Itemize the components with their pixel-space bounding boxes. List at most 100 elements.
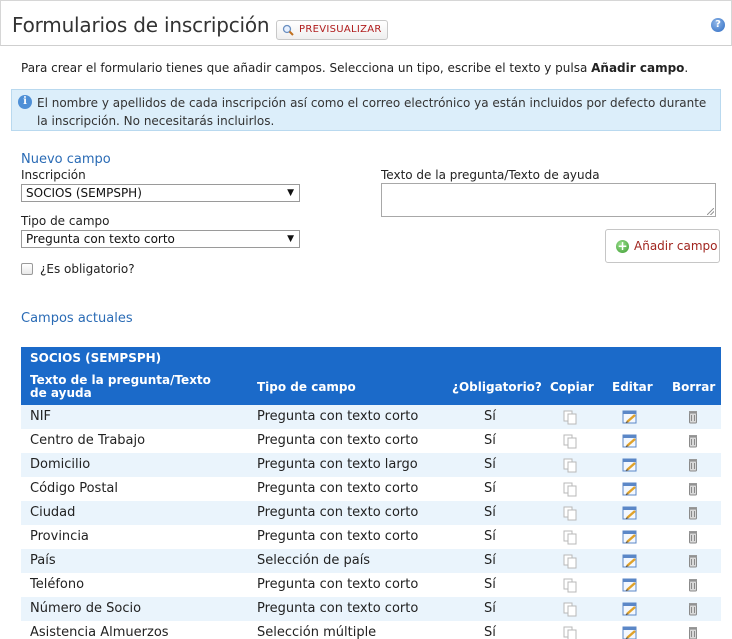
trash-icon[interactable] xyxy=(685,481,701,497)
field-type-select-value: Pregunta con texto corto xyxy=(26,232,175,246)
col-copy: Copiar xyxy=(550,380,594,394)
row-type: Pregunta con texto corto xyxy=(257,505,419,520)
row-type: Pregunta con texto largo xyxy=(257,457,418,472)
trash-icon[interactable] xyxy=(685,553,701,569)
edit-icon[interactable] xyxy=(622,529,638,545)
copy-icon[interactable] xyxy=(562,505,578,521)
edit-icon[interactable] xyxy=(622,577,638,593)
table-row: Número de Socio Pregunta con texto corto… xyxy=(21,597,721,621)
col-required: ¿Obligatorio? xyxy=(452,380,542,394)
row-required: Sí xyxy=(484,505,496,520)
edit-icon[interactable] xyxy=(622,481,638,497)
trash-icon[interactable] xyxy=(685,433,701,449)
plus-icon: + xyxy=(616,239,629,253)
row-question: Número de Socio xyxy=(30,601,142,616)
col-type: Tipo de campo xyxy=(257,380,356,394)
inscription-select-value: SOCIOS (SEMPSPH) xyxy=(26,186,142,200)
table-row: NIF Pregunta con texto corto Sí xyxy=(21,405,721,429)
dropdown-arrow-icon: ▼ xyxy=(287,234,294,244)
add-field-button[interactable]: + Añadir campo xyxy=(605,229,720,263)
help-icon[interactable]: ? xyxy=(711,18,725,32)
inscription-select[interactable]: SOCIOS (SEMPSPH) ▼ xyxy=(21,184,300,202)
copy-icon[interactable] xyxy=(562,625,578,639)
field-type-label: Tipo de campo xyxy=(21,214,110,228)
row-question: Centro de Trabajo xyxy=(30,433,146,448)
table-row: Centro de Trabajo Pregunta con texto cor… xyxy=(21,429,721,453)
current-fields-title: Campos actuales xyxy=(21,311,133,326)
row-type: Pregunta con texto corto xyxy=(257,529,419,544)
row-question: Ciudad xyxy=(30,505,76,520)
preview-button-label: PREVISUALIZAR xyxy=(299,24,382,35)
edit-icon[interactable] xyxy=(622,409,638,425)
intro-text-main: Para crear el formulario tienes que añad… xyxy=(21,61,592,75)
intro-text-end: . xyxy=(684,61,689,75)
table-row: Domicilio Pregunta con texto largo Sí xyxy=(21,453,721,477)
trash-icon[interactable] xyxy=(685,625,701,639)
row-required: Sí xyxy=(484,625,496,639)
required-checkbox[interactable] xyxy=(21,263,33,275)
question-label: Texto de la pregunta/Texto de ayuda xyxy=(381,168,600,182)
info-text: El nombre y apellidos de cada inscripció… xyxy=(37,96,707,128)
row-question: Provincia xyxy=(30,529,89,544)
trash-icon[interactable] xyxy=(685,601,701,617)
trash-icon[interactable] xyxy=(685,505,701,521)
table-row: Teléfono Pregunta con texto corto Sí xyxy=(21,573,721,597)
edit-icon[interactable] xyxy=(622,505,638,521)
row-type: Pregunta con texto corto xyxy=(257,577,419,592)
edit-icon[interactable] xyxy=(622,553,638,569)
intro-text: Para crear el formulario tienes que añad… xyxy=(21,61,688,75)
row-type: Pregunta con texto corto xyxy=(257,433,419,448)
row-required: Sí xyxy=(484,529,496,544)
magnifier-icon xyxy=(282,24,294,36)
page-title: Formularios de inscripción xyxy=(12,13,270,37)
trash-icon[interactable] xyxy=(685,457,701,473)
dropdown-arrow-icon: ▼ xyxy=(287,188,294,198)
copy-icon[interactable] xyxy=(562,481,578,497)
row-question: NIF xyxy=(30,409,52,424)
fields-table: SOCIOS (SEMPSPH) Texto de la pregunta/Te… xyxy=(21,347,721,639)
trash-icon[interactable] xyxy=(685,409,701,425)
required-label: ¿Es obligatorio? xyxy=(40,262,135,276)
field-type-select[interactable]: Pregunta con texto corto ▼ xyxy=(21,230,300,248)
new-field-title: Nuevo campo xyxy=(21,152,111,167)
row-question: Teléfono xyxy=(30,577,85,592)
preview-button[interactable]: PREVISUALIZAR xyxy=(276,20,388,40)
copy-icon[interactable] xyxy=(562,409,578,425)
page-header: Formularios de inscripción PREVISUALIZAR… xyxy=(0,0,732,46)
copy-icon[interactable] xyxy=(562,577,578,593)
edit-icon[interactable] xyxy=(622,625,638,639)
row-required: Sí xyxy=(484,601,496,616)
edit-icon[interactable] xyxy=(622,601,638,617)
trash-icon[interactable] xyxy=(685,577,701,593)
info-box: i El nombre y apellidos de cada inscripc… xyxy=(11,89,721,131)
edit-icon[interactable] xyxy=(622,433,638,449)
copy-icon[interactable] xyxy=(562,433,578,449)
copy-icon[interactable] xyxy=(562,529,578,545)
trash-icon[interactable] xyxy=(685,529,701,545)
row-required: Sí xyxy=(484,433,496,448)
copy-icon[interactable] xyxy=(562,457,578,473)
row-question: Domicilio xyxy=(30,457,91,472)
row-required: Sí xyxy=(484,553,496,568)
row-required: Sí xyxy=(484,409,496,424)
copy-icon[interactable] xyxy=(562,553,578,569)
table-row: Código Postal Pregunta con texto corto S… xyxy=(21,477,721,501)
info-icon: i xyxy=(18,95,32,109)
row-required: Sí xyxy=(484,577,496,592)
row-type: Pregunta con texto corto xyxy=(257,409,419,424)
resize-grip-icon[interactable] xyxy=(707,208,714,215)
copy-icon[interactable] xyxy=(562,601,578,617)
row-question: País xyxy=(30,553,56,568)
row-type: Pregunta con texto corto xyxy=(257,481,419,496)
intro-text-bold: Añadir campo xyxy=(591,61,685,75)
table-row: País Selección de país Sí xyxy=(21,549,721,573)
edit-icon[interactable] xyxy=(622,457,638,473)
table-body: NIF Pregunta con texto corto Sí Centro d… xyxy=(21,405,721,639)
row-required: Sí xyxy=(484,457,496,472)
table-row: Provincia Pregunta con texto corto Sí xyxy=(21,525,721,549)
question-textarea[interactable] xyxy=(381,183,716,217)
col-delete: Borrar xyxy=(672,380,716,394)
add-field-button-label: Añadir campo xyxy=(634,239,718,253)
row-type: Selección de país xyxy=(257,553,371,568)
row-question: Asistencia Almuerzos xyxy=(30,625,169,639)
